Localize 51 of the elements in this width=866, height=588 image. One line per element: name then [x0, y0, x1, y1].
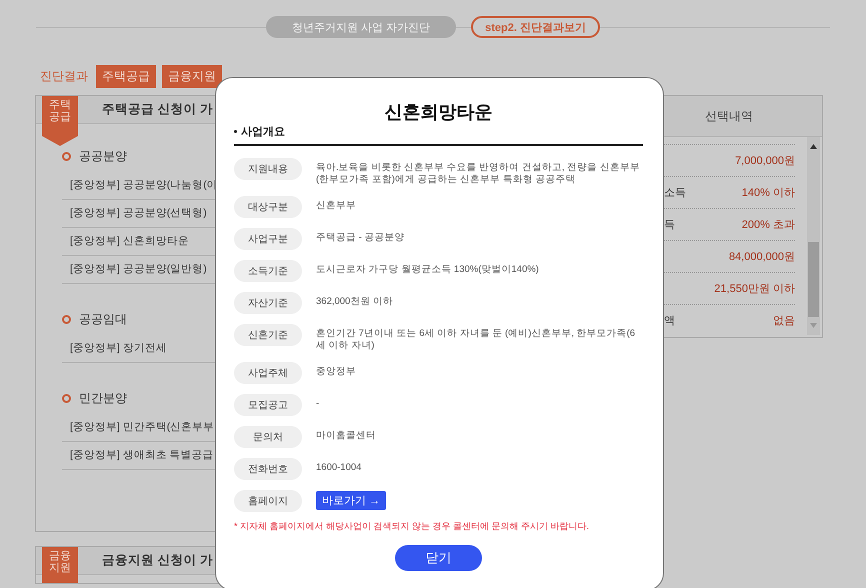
- field-label: 지원내용: [234, 158, 302, 180]
- criteria-value: 21,550만원 이하: [714, 282, 795, 296]
- criteria-value: 200% 초과: [742, 218, 795, 232]
- panel-title: 주택공급 신청이 가: [102, 101, 213, 118]
- bullet-icon: [62, 152, 71, 160]
- step-tab[interactable]: 청년주거지원 사업 자가진단: [266, 16, 456, 38]
- field-label: 사업구분: [234, 228, 302, 250]
- criteria-value: 없음: [773, 314, 795, 328]
- bullet-icon: [234, 130, 237, 133]
- close-button[interactable]: 닫기: [395, 545, 482, 571]
- field-label: 홈페이지: [234, 490, 302, 512]
- group-heading: 공공임대: [79, 310, 127, 328]
- field-value: 중앙정부: [316, 365, 357, 378]
- criteria-label: 소득: [664, 186, 686, 200]
- field-value: 주택공급 - 공공분양: [316, 231, 406, 244]
- field-label: 모집공고: [234, 394, 302, 416]
- bullet-icon: [62, 314, 71, 324]
- ribbon-label: 금융지원: [49, 550, 71, 576]
- result-tab[interactable]: 금융지원: [162, 64, 222, 88]
- step-tab[interactable]: step2. 진단결과보기: [471, 16, 600, 38]
- field-label: 신혼기준: [234, 324, 302, 346]
- notice-text: * 지자체 홈페이지에서 해당사업이 검색되지 않는 경우 콜센터에 문의해 주시기 바랍니다.: [234, 520, 590, 533]
- section-heading: 사업개요: [241, 125, 285, 139]
- criteria-value: 84,000,000원: [728, 250, 795, 264]
- criteria-value: 7,000,000원: [735, 154, 795, 168]
- field-label: 소득기준: [234, 260, 302, 282]
- field-label: 전화번호: [234, 458, 302, 480]
- field-value: 1600-1004: [316, 461, 362, 474]
- field-value: 도시근로자 가구당 월평균소득 130%(맞벌이140%): [316, 263, 540, 276]
- field-value: 신혼부부: [316, 199, 357, 212]
- shortcut-button[interactable]: 바로가기 →: [316, 491, 386, 510]
- modal-title: 신혼희망타운: [384, 101, 494, 124]
- criteria-label: 액: [664, 314, 675, 328]
- result-tab[interactable]: 주택공급: [96, 64, 156, 88]
- field-label: 자산기준: [234, 292, 302, 314]
- field-value: 마이홈콜센터: [316, 429, 377, 442]
- field-value: 육아.보육을 비롯한 신혼부부 수요를 반영하여 건설하고, 전량을 신혼부부(한부모가족 포함)에게 공급하는 신혼부부 특화형 공공주택: [316, 161, 641, 186]
- field-label: 대상구분: [234, 196, 302, 218]
- field-value: -: [316, 397, 320, 410]
- field-value: 혼인기간 7년이내 또는 6세 이하 자녀를 둔 (예비)신혼부부, 한부모가족(6세 이하 자녀): [316, 327, 636, 352]
- criteria-value: 140% 이하: [742, 186, 795, 200]
- ribbon-label: 주택공급: [49, 99, 71, 126]
- result-label: 진단결과: [40, 68, 88, 84]
- group-heading: 민간분양: [79, 390, 127, 406]
- panel-title: 금융지원 신청이 가: [102, 552, 213, 569]
- field-label: 사업주체: [234, 362, 302, 384]
- field-label: 문의처: [234, 426, 302, 448]
- criteria-label: 득: [664, 218, 675, 232]
- group-heading: 공공분양: [79, 148, 127, 164]
- field-value: 362,000천원 이하: [316, 295, 394, 308]
- bullet-icon: [62, 394, 71, 402]
